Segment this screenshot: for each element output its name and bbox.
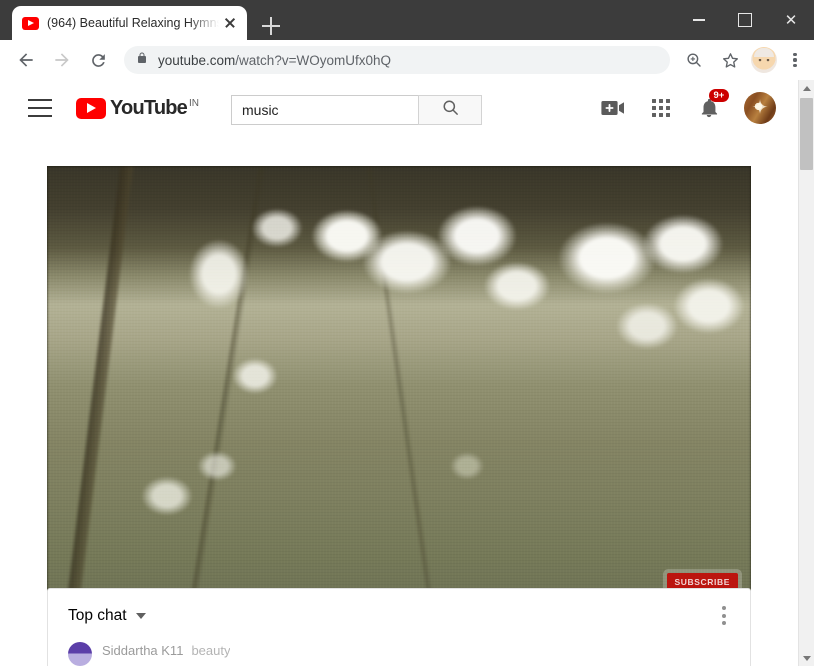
maximize-button[interactable] [722,0,768,40]
lock-icon [136,51,148,70]
youtube-country-code: IN [188,97,199,109]
notifications-bell-icon[interactable]: 9+ [696,89,729,121]
star-icon[interactable] [712,42,748,78]
navigation-bar: youtube.com/watch?v=WOyomUfx0hQ [0,40,814,80]
forward-arrow-icon[interactable] [44,42,80,78]
chat-author: Siddartha K11 [102,643,184,658]
scrollbar-thumb[interactable] [800,98,813,170]
youtube-favicon-icon [22,16,39,30]
minimize-button[interactable] [676,0,722,40]
chrome-menu-icon[interactable] [780,45,810,75]
search-area: music [231,95,482,125]
url-path: /watch?v=WOyomUfx0hQ [235,52,391,68]
youtube-logo-text: YouTube [110,96,188,119]
account-avatar[interactable]: ✦ [744,92,776,124]
apps-grid-icon[interactable] [648,95,674,121]
scroll-down-icon[interactable] [799,650,814,666]
search-icon [441,98,460,122]
chevron-down-icon[interactable] [135,612,146,619]
chat-header: Top chat [48,589,750,642]
notifications-badge: 9+ [709,89,729,102]
omnibox-actions [676,42,814,78]
tab-title: (964) Beautiful Relaxing Hymns, F [47,16,219,30]
youtube-masthead: YouTube IN music 9+ ✦ [0,80,798,136]
address-bar[interactable]: youtube.com/watch?v=WOyomUfx0hQ [124,46,670,74]
chat-message-text: beauty [191,643,231,658]
avatar-star-icon: ✦ [751,97,769,119]
page-viewport: YouTube IN music 9+ ✦ SUBSCRIBE Top chat… [0,80,814,666]
create-video-icon[interactable] [600,95,626,121]
masthead-actions: 9+ ✦ [600,89,776,124]
search-button[interactable] [418,95,482,125]
url-domain: youtube.com [158,52,236,68]
scroll-up-icon[interactable] [799,80,814,96]
hamburger-menu-icon[interactable] [28,99,52,117]
window-controls: ✕ [676,0,814,40]
browser-window: (964) Beautiful Relaxing Hymns, F ✕ yout… [0,0,814,666]
youtube-logo[interactable]: YouTube IN [76,96,199,119]
profile-avatar[interactable] [751,47,777,73]
search-input[interactable]: music [231,95,418,125]
new-tab-button[interactable] [258,13,284,39]
browser-tab[interactable]: (964) Beautiful Relaxing Hymns, F [12,6,247,40]
chat-user-avatar [68,642,92,666]
more-options-icon[interactable] [716,600,732,630]
chat-message: Siddartha K11 beauty [102,642,230,658]
back-arrow-icon[interactable] [8,42,44,78]
close-window-button[interactable]: ✕ [768,0,814,40]
close-icon: ✕ [784,11,798,29]
video-player[interactable]: SUBSCRIBE [47,166,751,645]
video-grain-overlay [47,166,751,645]
live-chat-panel: Top chat Siddartha K11 beauty [47,588,751,666]
zoom-in-icon[interactable] [676,42,712,78]
chat-message-row: Siddartha K11 beauty [48,642,750,666]
chat-title: Top chat [68,606,127,624]
url-text: youtube.com/watch?v=WOyomUfx0hQ [158,53,658,68]
youtube-logo-icon [76,97,106,119]
page-scrollbar[interactable] [798,80,814,666]
title-bar: (964) Beautiful Relaxing Hymns, F ✕ [0,0,814,40]
reload-icon[interactable] [80,42,116,78]
tab-close-icon[interactable] [221,14,239,32]
